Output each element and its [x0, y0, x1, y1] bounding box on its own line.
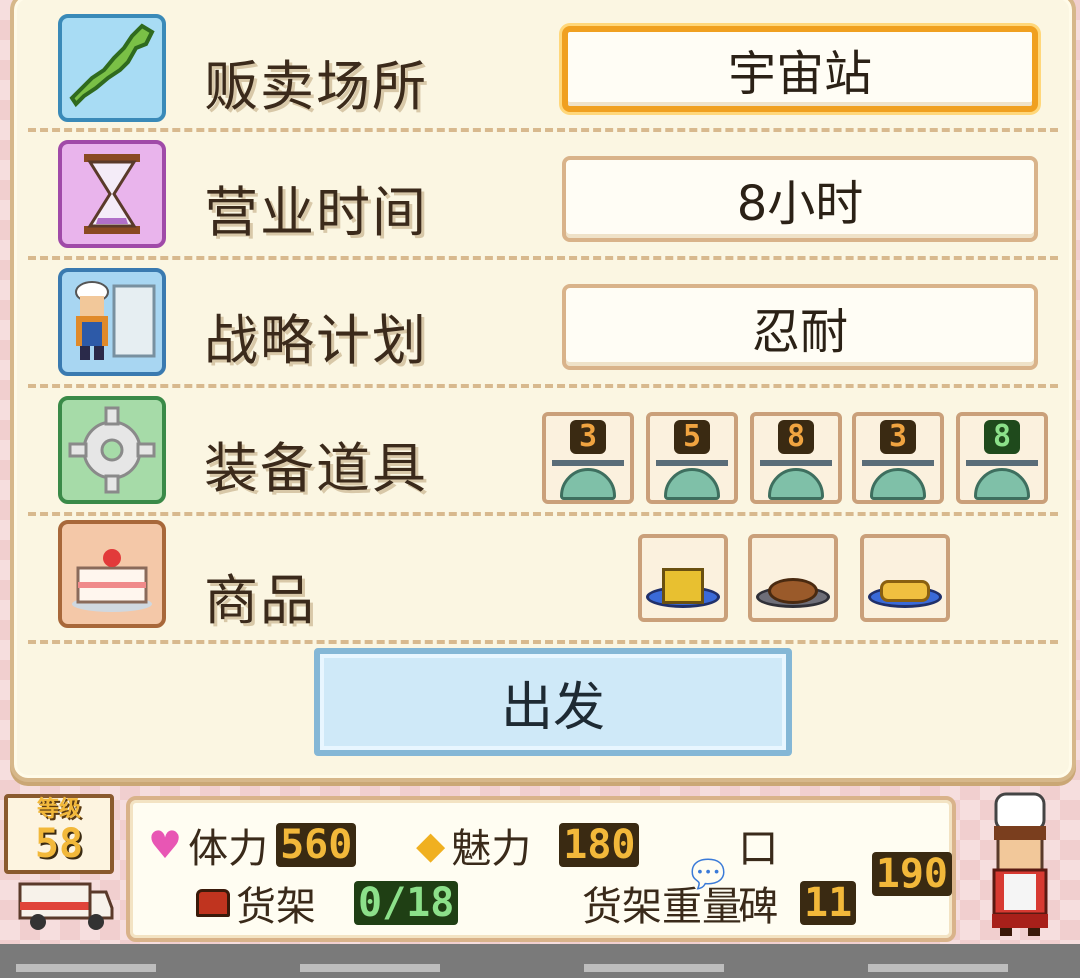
- charm-stat: ◆ 魅力 180: [416, 816, 640, 874]
- business-hours-label: 营业时间: [204, 181, 428, 244]
- bread-dish-icon: [880, 580, 930, 602]
- equipment-slot[interactable]: 3: [852, 412, 944, 504]
- scale-icon: [768, 468, 824, 500]
- equipment-slot[interactable]: 5: [646, 412, 738, 504]
- equipment-level: 3: [570, 420, 606, 454]
- equipment-label: 装备道具: [204, 437, 428, 500]
- equipment-level: 5: [674, 420, 710, 454]
- shelf-stat: 货架 0/18: [196, 874, 459, 932]
- treasure-chest-icon: [196, 889, 230, 917]
- equipment-level: 8: [984, 420, 1020, 454]
- charm-value: 180: [559, 823, 640, 867]
- chef-icon: [58, 268, 166, 376]
- goods-label: 商品: [204, 569, 316, 632]
- gear-icon: [58, 396, 166, 504]
- cake-icon: [58, 520, 166, 628]
- road: [0, 944, 1080, 978]
- scale-icon: [560, 468, 616, 500]
- level-badge: 等级 58: [4, 794, 114, 874]
- meat-dish-icon: [768, 578, 818, 604]
- shelf-value: 0/18: [354, 881, 459, 925]
- strategy-select[interactable]: 忍耐: [562, 284, 1038, 370]
- goods-slot-meat[interactable]: [748, 534, 838, 622]
- equipment-slot[interactable]: 3: [542, 412, 634, 504]
- row-business-hours: 营业时间 8小时: [14, 132, 1072, 260]
- stamina-stat: ♥ 体力 560: [148, 816, 357, 874]
- equipment-level: 8: [778, 420, 814, 454]
- business-hours-select[interactable]: 8小时: [562, 156, 1038, 242]
- level-label: 等级: [36, 797, 81, 822]
- equipment-level: 3: [880, 420, 916, 454]
- row-sales-location: 贩卖场所 宇宙站: [14, 4, 1072, 132]
- goods-slot-yellow-box[interactable]: [638, 534, 728, 622]
- sparkle-icon: ◆: [416, 823, 446, 867]
- scale-icon: [974, 468, 1030, 500]
- equipment-slot[interactable]: 8: [750, 412, 842, 504]
- hourglass-icon: [58, 140, 166, 248]
- yellow-box-dish-icon: [662, 568, 704, 604]
- shelf-weight-stat: 货架重量 11: [576, 874, 857, 932]
- sales-location-label: 贩卖场所: [204, 55, 428, 118]
- truck-icon: [16, 878, 116, 934]
- scale-icon: [664, 468, 720, 500]
- sales-location-select[interactable]: 宇宙站: [562, 26, 1038, 112]
- row-strategy: 战略计划 忍耐: [14, 260, 1072, 388]
- goods-slot-bread[interactable]: [860, 534, 950, 622]
- reputation-value: 190: [871, 852, 952, 896]
- status-panel: ♥ 体力 560 ◆ 魅力 180 💬︎ 口碑 190 货架 0/18 货架重量…: [126, 796, 956, 942]
- setup-panel: 贩卖场所 宇宙站 营业时间 8小时 战略计划 忍耐 装备道具 商品 出发: [10, 0, 1076, 782]
- strategy-label: 战略计划: [204, 309, 428, 372]
- japan-map-icon: [58, 14, 166, 122]
- heart-icon: ♥: [148, 823, 183, 867]
- level-value: 58: [34, 821, 84, 867]
- chef-avatar: [982, 790, 1058, 938]
- shelf-weight-value: 11: [800, 881, 857, 925]
- depart-button[interactable]: 出发: [314, 648, 792, 756]
- stamina-value: 560: [276, 823, 357, 867]
- equipment-slot[interactable]: 8: [956, 412, 1048, 504]
- scale-icon: [870, 468, 926, 500]
